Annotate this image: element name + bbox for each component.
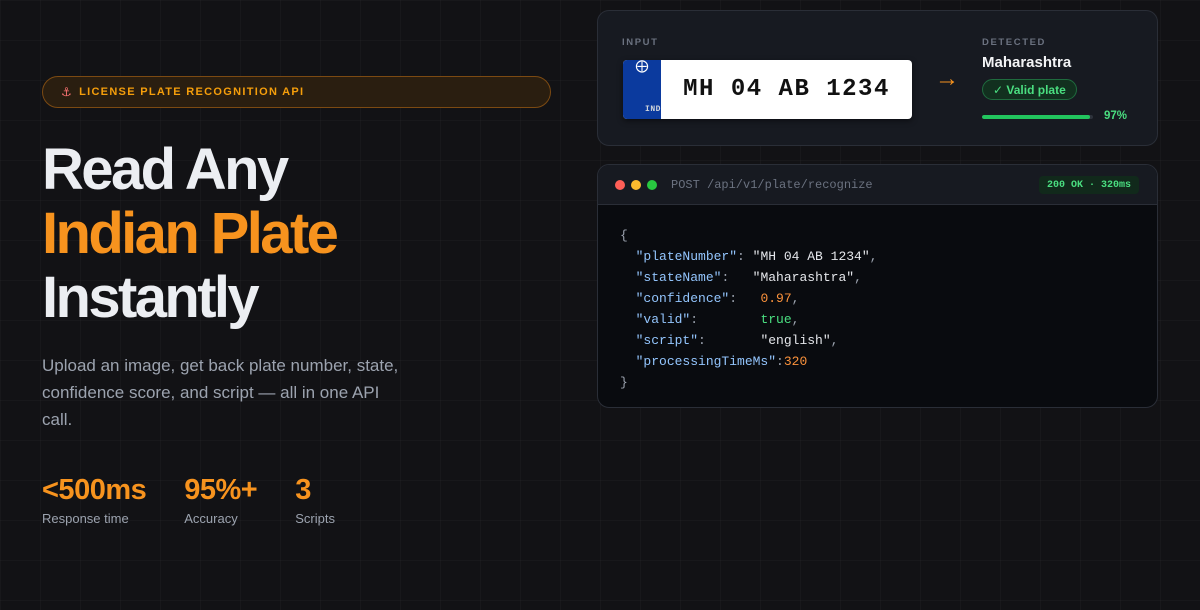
json-open-brace: { [620,228,628,243]
json-value: 0.97 [760,291,792,306]
json-colon: : [698,333,761,348]
product-badge: ⚓ LICENSE PLATE RECOGNITION API [42,76,551,108]
badge-text: LICENSE PLATE RECOGNITION API [79,86,305,98]
json-value: "Maharashtra" [752,270,855,285]
json-line: "script": "english", [620,330,1157,351]
arrow-right-icon: → [935,65,959,92]
response-status-badge: 200 OK · 320ms [1038,176,1139,194]
plate-country-strip: ⨁ IND [623,60,661,119]
json-key: "stateName" [635,270,722,285]
json-value: 320 [783,354,808,369]
license-plate: ⨁ IND MH 04 AB 1234 [623,60,912,119]
json-key: "script" [635,333,699,348]
plate-number: MH 04 AB 1234 [683,76,890,103]
terminal-titlebar: POST /api/v1/plate/recognize 200 OK · 32… [598,165,1157,205]
json-comma: , [854,270,862,285]
json-key: "confidence" [635,291,730,306]
confidence-bar-fill [982,115,1090,119]
headline-line-3: Instantly [42,265,260,330]
api-endpoint: POST /api/v1/plate/recognize [671,177,873,192]
stat-value: 95%+ [184,474,258,506]
json-line: "confidence": 0.97, [620,288,1157,309]
json-line: "plateNumber": "MH 04 AB 1234", [620,246,1157,267]
plate-country-code: IND [645,105,661,114]
json-close-brace: } [620,375,628,390]
json-response: { "plateNumber": "MH 04 AB 1234", "state… [598,205,1157,393]
json-value: "MH 04 AB 1234" [752,249,870,264]
ashoka-chakra-icon: ⨁ [635,60,649,73]
car-icon: ⚓ [61,85,74,99]
json-colon: : [776,354,784,369]
stat-value: <500ms [42,474,147,506]
json-value: true [760,312,792,327]
confidence-percent: 97% [1104,110,1128,122]
json-colon: : [729,291,761,306]
valid-plate-badge: ✓ Valid plate [982,79,1077,100]
stats-row: <500ms Response time 95%+ Accuracy 3 Scr… [42,474,373,526]
headline-line-1: Read Any [42,137,289,202]
json-comma: , [869,249,878,264]
json-key: "plateNumber" [635,249,738,264]
json-line: "processingTimeMs":320 [620,351,1157,372]
detected-caption: DETECTED [982,37,1046,48]
minimize-dot-icon [631,179,641,190]
detected-state: Maharashtra [982,54,1072,71]
json-line: "stateName": "Maharashtra", [620,267,1157,288]
json-colon: : [737,249,753,264]
stat-value: 3 [295,474,311,506]
stat-response-time: <500ms Response time [42,474,147,526]
stat-label: Response time [42,511,129,526]
json-colon: : [721,270,753,285]
api-response-card: POST /api/v1/plate/recognize 200 OK · 32… [597,164,1158,408]
json-key: "processingTimeMs" [635,354,777,369]
json-comma: , [791,312,800,327]
hero-section: ⚓ LICENSE PLATE RECOGNITION API Read Any… [42,76,562,433]
maximize-dot-icon [647,179,657,190]
stat-accuracy: 95%+ Accuracy [184,474,257,526]
json-colon: : [690,312,761,327]
json-key: "valid" [635,312,691,327]
json-comma: , [791,291,800,306]
json-line: "valid": true, [620,309,1157,330]
hero-headline: Read Any Indian Plate Instantly [42,138,562,330]
stat-label: Scripts [295,511,335,526]
confidence-bar [982,115,1093,119]
detection-card: INPUT ⨁ IND MH 04 AB 1234 → DETECTED Mah… [597,10,1158,146]
json-value: "english" [760,333,831,348]
json-comma: , [830,333,839,348]
stat-label: Accuracy [184,511,238,526]
input-caption: INPUT [622,37,659,48]
hero-subtitle: Upload an image, get back plate number, … [42,356,399,429]
stat-scripts: 3 Scripts [295,474,335,526]
headline-line-2: Indian Plate [42,201,339,266]
close-dot-icon [615,179,625,190]
